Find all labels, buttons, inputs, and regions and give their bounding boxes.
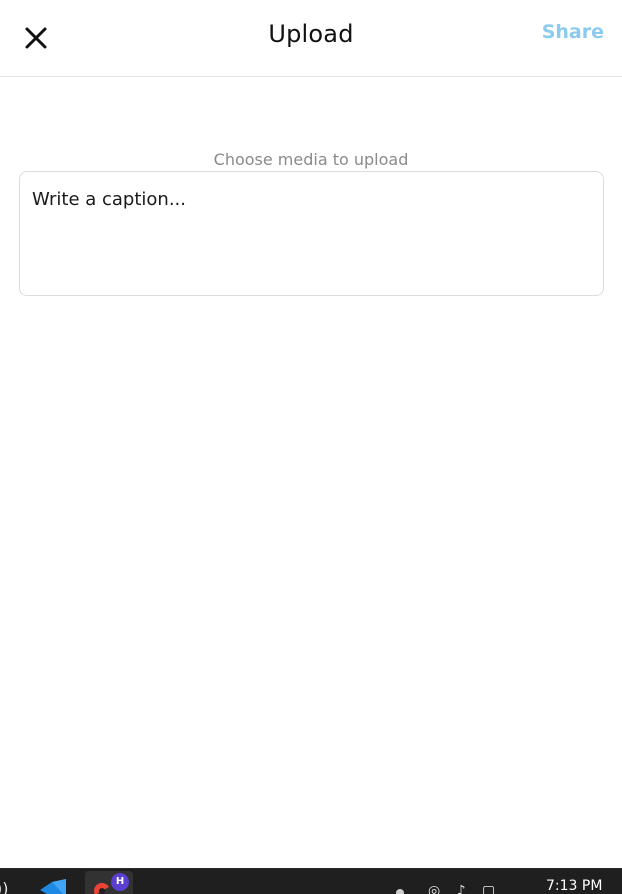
- share-button[interactable]: Share: [542, 21, 604, 43]
- vscode-icon[interactable]: [38, 879, 68, 894]
- page-title: Upload: [268, 20, 354, 48]
- network-icon[interactable]: [396, 889, 404, 894]
- wifi-icon[interactable]: )): [0, 879, 8, 894]
- chrome-icon: [93, 881, 111, 894]
- choose-media-button[interactable]: Choose media to upload: [0, 150, 622, 169]
- upload-screen: Upload Share Choose media to upload: [0, 0, 622, 868]
- header-bar: Upload Share: [0, 0, 622, 77]
- taskbar-clock[interactable]: 7:13 PM: [546, 878, 602, 894]
- volume-icon[interactable]: ◎ ♪ ▢: [428, 883, 501, 894]
- caption-input[interactable]: [19, 171, 604, 296]
- taskbar: )) H ◎ ♪ ▢ 7:13 PM: [0, 868, 622, 894]
- browser-profile-badge: H: [111, 873, 129, 891]
